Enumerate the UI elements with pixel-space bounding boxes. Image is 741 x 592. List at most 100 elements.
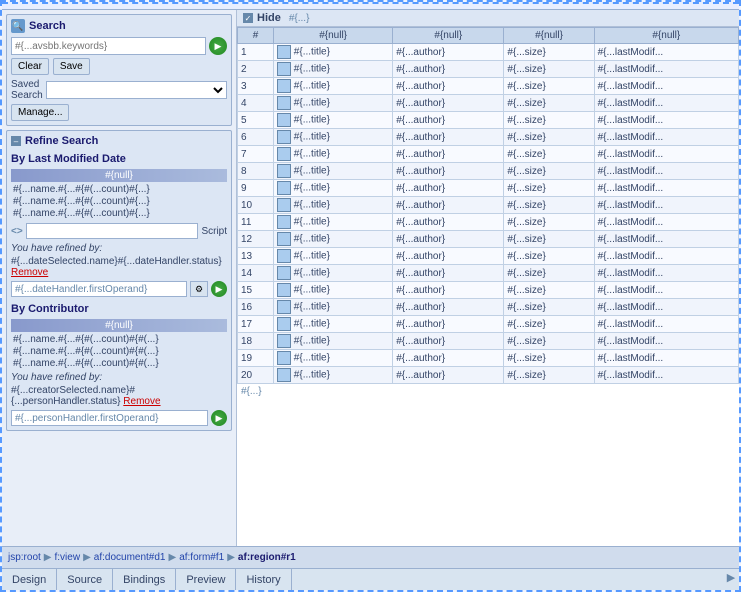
table-row[interactable]: 19 #{...title} #{...author} #{...size} #… [238,350,739,367]
cell-lastmod: #{...lastModif... [594,95,738,112]
table-row[interactable]: 9 #{...title} #{...author} #{...size} #{… [238,180,739,197]
tab-design[interactable]: Design [2,569,57,590]
refine-header: – Refine Search [11,135,227,147]
cell-number: 9 [238,180,274,197]
refine-section: – Refine Search By Last Modified Date #{… [6,130,232,431]
cell-number: 1 [238,44,274,61]
tab-bindings[interactable]: Bindings [113,569,176,590]
cell-lastmod: #{...lastModif... [594,333,738,350]
tab-history[interactable]: History [236,569,291,590]
table-row[interactable]: 18 #{...title} #{...author} #{...size} #… [238,333,739,350]
cell-number: 5 [238,112,274,129]
clear-button[interactable]: Clear [11,58,49,75]
cell-size: #{...size} [504,163,594,180]
breadcrumb-item-3[interactable]: af:document#d1 [94,552,166,563]
cell-lastmod: #{...lastModif... [594,44,738,61]
cell-number: 2 [238,61,274,78]
contributor-filter-item-1: #{...name.#{...#{#(...count)#{#(...} [11,334,227,345]
tab-preview[interactable]: Preview [176,569,236,590]
contributor-handler-input[interactable] [11,410,208,426]
table-row[interactable]: 20 #{...title} #{...author} #{...size} #… [238,367,739,384]
contributor-go-button[interactable]: ▶ [211,410,227,426]
row-icon [277,266,291,280]
cell-number: 20 [238,367,274,384]
date-filter-item-2: #{...name.#{...#{#(...count)#{...} [11,196,227,207]
col-null3[interactable]: #{null} [504,28,594,44]
table-row[interactable]: 16 #{...title} #{...author} #{...size} #… [238,299,739,316]
cell-size: #{...size} [504,95,594,112]
table-row[interactable]: 2 #{...title} #{...author} #{...size} #{… [238,61,739,78]
hide-bar: ✓ Hide #{...} [237,10,739,27]
cell-lastmod: #{...lastModif... [594,214,738,231]
col-null2[interactable]: #{null} [393,28,504,44]
table-footer: #{...} [237,384,739,399]
table-row[interactable]: 17 #{...title} #{...author} #{...size} #… [238,316,739,333]
table-row[interactable]: 10 #{...title} #{...author} #{...size} #… [238,197,739,214]
by-date-title: By Last Modified Date [11,153,227,165]
date-handler-input[interactable] [11,281,187,297]
cell-number: 11 [238,214,274,231]
table-wrapper: # #{null} #{null} #{null} #{null} 1 #{..… [237,27,739,546]
contributor-filter-item-3: #{...name.#{...#{#(...count)#{#(...} [11,358,227,369]
refined-value: #{...dateSelected.name}#{...dateHandler.… [11,256,227,278]
col-null1[interactable]: #{null} [274,28,393,44]
cell-author: #{...author} [393,44,504,61]
breadcrumb-sep-3: ▶ [168,552,176,563]
cell-number: 13 [238,248,274,265]
contributor-remove-link[interactable]: Remove [123,396,160,407]
manage-button[interactable]: Manage... [11,104,69,121]
save-button[interactable]: Save [53,58,90,75]
tabs-scroll-right[interactable]: ▶ [723,569,739,585]
cell-author: #{...author} [393,282,504,299]
table-row[interactable]: 11 #{...title} #{...author} #{...size} #… [238,214,739,231]
script-input[interactable] [26,223,199,239]
row-icon [277,198,291,212]
table-row[interactable]: 5 #{...title} #{...author} #{...size} #{… [238,112,739,129]
cell-author: #{...author} [393,299,504,316]
date-refined-value: #{...dateSelected.name}#{...dateHandler.… [11,256,222,267]
cell-author: #{...author} [393,316,504,333]
cell-author: #{...author} [393,248,504,265]
table-row[interactable]: 6 #{...title} #{...author} #{...size} #{… [238,129,739,146]
saved-search-select[interactable] [46,81,227,99]
cell-title: #{...title} [274,180,393,197]
table-row[interactable]: 1 #{...title} #{...author} #{...size} #{… [238,44,739,61]
row-icon [277,130,291,144]
cell-title: #{...title} [274,95,393,112]
row-icon [277,351,291,365]
cell-lastmod: #{...lastModif... [594,265,738,282]
saved-search-row: SavedSearch [11,79,227,101]
table-row[interactable]: 7 #{...title} #{...author} #{...size} #{… [238,146,739,163]
breadcrumb-item-4[interactable]: af:form#f1 [179,552,224,563]
table-row[interactable]: 12 #{...title} #{...author} #{...size} #… [238,231,739,248]
breadcrumb-sep-1: ▶ [44,552,52,563]
table-row[interactable]: 4 #{...title} #{...author} #{...size} #{… [238,95,739,112]
row-icon [277,96,291,110]
table-row[interactable]: 14 #{...title} #{...author} #{...size} #… [238,265,739,282]
cell-size: #{...size} [504,112,594,129]
breadcrumb-item-2[interactable]: f:view [55,552,81,563]
cell-number: 7 [238,146,274,163]
col-null4[interactable]: #{null} [594,28,738,44]
table-row[interactable]: 15 #{...title} #{...author} #{...size} #… [238,282,739,299]
table-row[interactable]: 13 #{...title} #{...author} #{...size} #… [238,248,739,265]
search-section-header: 🔍 Search [11,19,227,33]
tab-source[interactable]: Source [57,569,113,590]
table-row[interactable]: 3 #{...title} #{...author} #{...size} #{… [238,78,739,95]
top-dashed-border [2,2,739,10]
search-input[interactable] [11,37,206,55]
row-icon [277,215,291,229]
breadcrumb-item-1[interactable]: jsp:root [8,552,41,563]
contributor-handler-row: ▶ [11,410,227,426]
table-row[interactable]: 8 #{...title} #{...author} #{...size} #{… [238,163,739,180]
hide-checkbox[interactable]: ✓ [243,13,253,23]
script-box: <> Script [11,223,227,239]
date-remove-link[interactable]: Remove [11,267,48,278]
col-hash[interactable]: # [238,28,274,44]
date-go-button[interactable]: ▶ [211,281,227,297]
search-go-button[interactable]: ▶ [209,37,227,55]
row-icon [277,249,291,263]
date-icon-button[interactable]: ⚙ [190,281,208,297]
collapse-icon[interactable]: – [11,136,21,146]
cell-title: #{...title} [274,61,393,78]
